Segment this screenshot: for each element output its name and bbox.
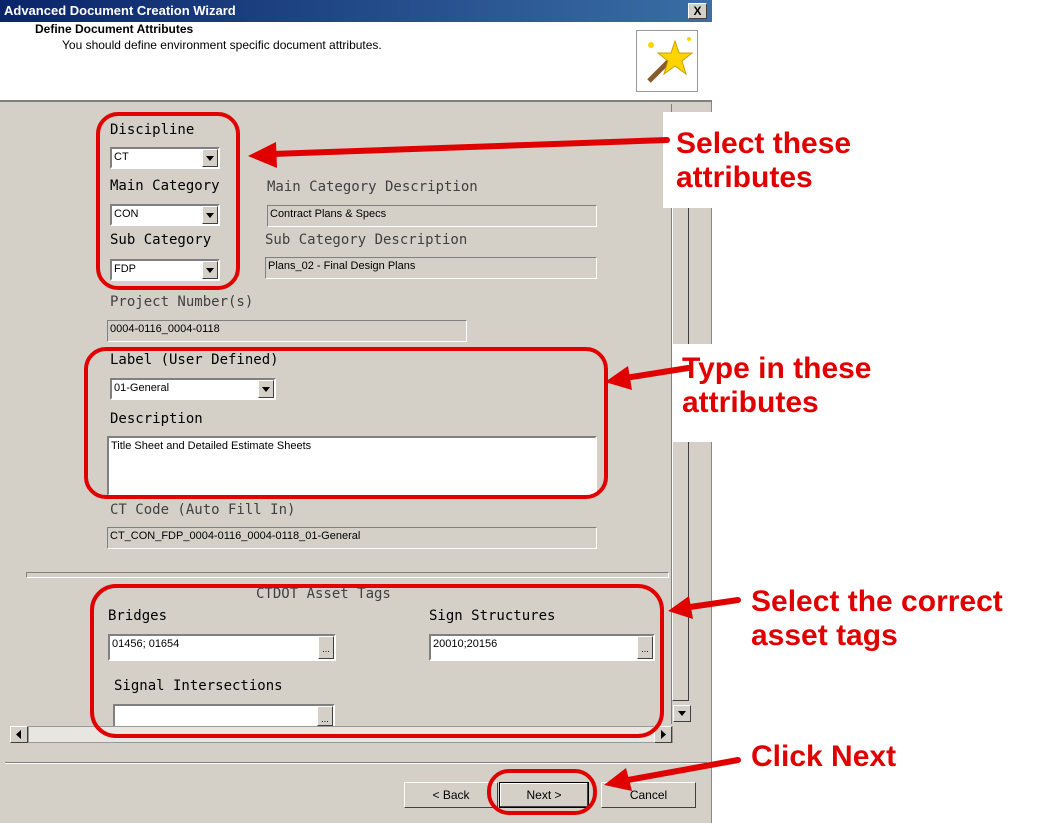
arrow-line: [625, 757, 741, 783]
arrow-line: [687, 597, 741, 610]
annotation-arrows: [248, 137, 741, 791]
arrowhead: [248, 142, 277, 168]
arrowhead: [668, 596, 693, 619]
arrowhead: [605, 366, 632, 390]
arrow-line: [622, 365, 691, 381]
arrow-line: [269, 137, 670, 157]
arrowhead: [604, 768, 632, 791]
